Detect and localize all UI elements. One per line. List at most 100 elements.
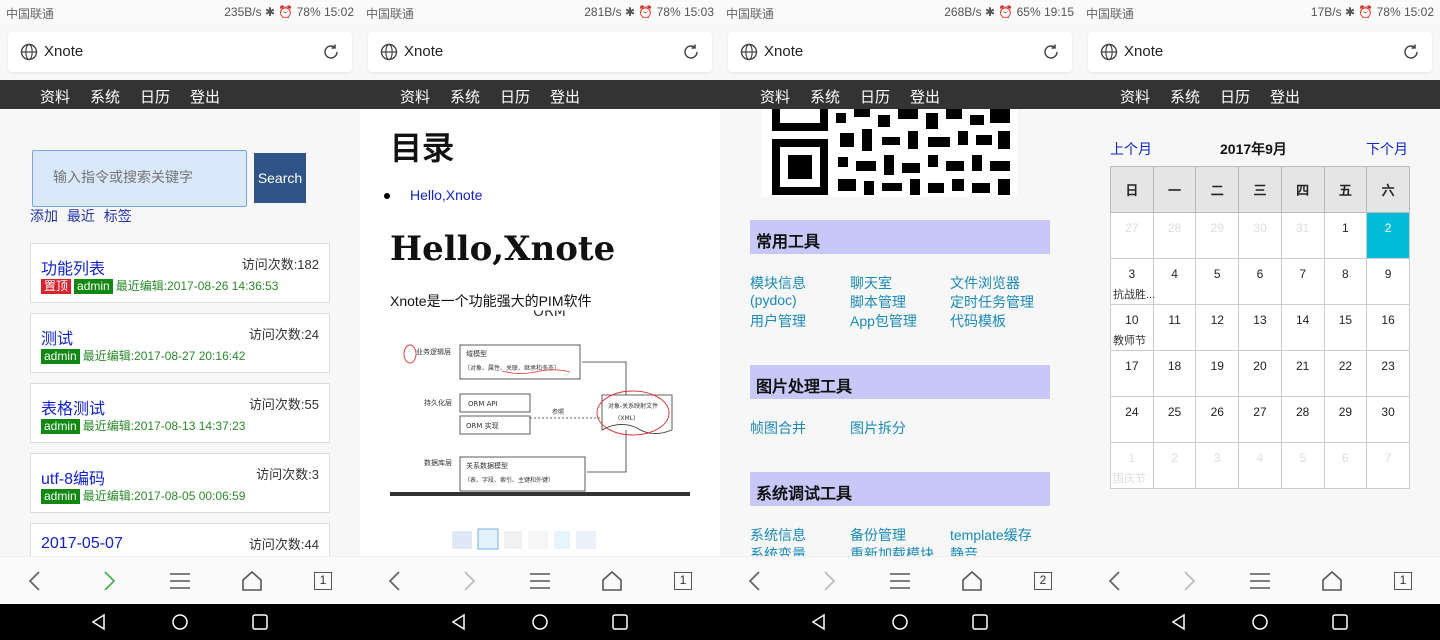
- forward-icon[interactable]: [1176, 569, 1200, 593]
- note-title[interactable]: utf-8编码: [41, 465, 105, 489]
- system-home-icon[interactable]: [891, 613, 909, 631]
- nav-item-calendar[interactable]: 日历: [1220, 86, 1250, 107]
- calendar-day[interactable]: 30: [1366, 396, 1410, 443]
- calendar-day[interactable]: 24: [1110, 396, 1154, 443]
- calendar-day[interactable]: 4: [1238, 442, 1282, 489]
- forward-icon[interactable]: [96, 569, 120, 593]
- tool-link[interactable]: 用户管理: [750, 311, 806, 331]
- nav-item-calendar[interactable]: 日历: [140, 86, 170, 107]
- tabs-count-button[interactable]: 1: [1394, 572, 1412, 590]
- nav-item-profile[interactable]: 资料: [400, 86, 430, 107]
- calendar-day[interactable]: 13: [1238, 304, 1282, 351]
- back-icon[interactable]: [1104, 569, 1128, 593]
- tags-link[interactable]: 标签: [104, 208, 132, 224]
- calendar-day[interactable]: 4: [1152, 258, 1197, 305]
- note-title[interactable]: 2017-05-07: [41, 535, 123, 553]
- menu-icon[interactable]: [528, 569, 552, 593]
- tool-link[interactable]: 帧图合并: [750, 418, 806, 438]
- tool-link[interactable]: 模块信息: [750, 273, 806, 293]
- calendar-day[interactable]: 2: [1152, 442, 1197, 489]
- tool-link[interactable]: 图片拆分: [850, 418, 906, 438]
- calendar-day[interactable]: 6: [1238, 258, 1282, 305]
- calendar-day[interactable]: 6: [1323, 442, 1368, 489]
- back-icon[interactable]: [24, 569, 48, 593]
- nav-item-profile[interactable]: 资料: [40, 86, 70, 107]
- calendar-day[interactable]: 27: [1238, 396, 1282, 443]
- tabs-count-button[interactable]: 1: [314, 572, 332, 590]
- calendar-day[interactable]: 8: [1323, 258, 1368, 305]
- tool-link[interactable]: 文件浏览器: [950, 273, 1020, 293]
- calendar-day-today[interactable]: 2: [1366, 212, 1410, 259]
- menu-icon[interactable]: [1248, 569, 1272, 593]
- prev-month-link[interactable]: 上个月: [1110, 139, 1152, 159]
- nav-item-system[interactable]: 系统: [810, 86, 840, 107]
- tool-link[interactable]: 聊天室: [850, 273, 892, 293]
- calendar-day[interactable]: 5: [1195, 258, 1240, 305]
- nav-item-calendar[interactable]: 日历: [500, 86, 530, 107]
- system-recents-icon[interactable]: [251, 613, 269, 631]
- calendar-day[interactable]: 5: [1280, 442, 1325, 489]
- tool-link[interactable]: App包管理: [850, 311, 917, 331]
- toc-link[interactable]: Hello,Xnote: [410, 187, 482, 203]
- address-bar[interactable]: Xnote: [368, 32, 712, 72]
- reload-icon[interactable]: [682, 43, 700, 61]
- note-card[interactable]: 测试 访问次数:24 admin 最近编辑:2017-08-27 20:16:42: [30, 313, 330, 373]
- search-button[interactable]: Search: [254, 153, 306, 203]
- calendar-day[interactable]: 27: [1110, 212, 1154, 259]
- tool-link[interactable]: 定时任务管理: [950, 292, 1034, 312]
- system-back-icon[interactable]: [450, 613, 468, 631]
- home-icon[interactable]: [240, 569, 264, 593]
- tool-link[interactable]: 系统信息: [750, 525, 806, 545]
- calendar-day[interactable]: 31: [1280, 212, 1325, 259]
- tool-link[interactable]: (pydoc): [750, 292, 797, 308]
- tool-link[interactable]: 脚本管理: [850, 292, 906, 312]
- calendar-day[interactable]: 26: [1195, 396, 1240, 443]
- calendar-day[interactable]: 3: [1195, 442, 1240, 489]
- calendar-day[interactable]: 30: [1238, 212, 1282, 259]
- calendar-day[interactable]: 17: [1110, 350, 1154, 397]
- menu-icon[interactable]: [888, 569, 912, 593]
- calendar-day[interactable]: 20: [1238, 350, 1282, 397]
- calendar-day[interactable]: 28: [1280, 396, 1325, 443]
- calendar-day[interactable]: 7: [1280, 258, 1325, 305]
- calendar-day[interactable]: 25: [1152, 396, 1197, 443]
- calendar-day[interactable]: 22: [1323, 350, 1368, 397]
- note-card[interactable]: utf-8编码 访问次数:3 admin 最近编辑:2017-08-05 00:0…: [30, 453, 330, 513]
- nav-item-logout[interactable]: 登出: [190, 86, 220, 107]
- note-card[interactable]: 功能列表 访问次数:182 置顶 admin 最近编辑:2017-08-26 14:…: [30, 243, 330, 303]
- search-input[interactable]: [53, 169, 233, 185]
- system-home-icon[interactable]: [531, 613, 549, 631]
- system-back-icon[interactable]: [1170, 613, 1188, 631]
- calendar-day[interactable]: 9: [1366, 258, 1410, 305]
- calendar-day[interactable]: 16: [1366, 304, 1410, 351]
- calendar-day[interactable]: 21: [1280, 350, 1325, 397]
- note-title[interactable]: 功能列表: [41, 255, 105, 279]
- tool-link[interactable]: 系统变量: [750, 544, 806, 556]
- reload-icon[interactable]: [1402, 43, 1420, 61]
- forward-icon[interactable]: [816, 569, 840, 593]
- next-month-link[interactable]: 下个月: [1366, 139, 1408, 159]
- calendar-day[interactable]: 29: [1323, 396, 1368, 443]
- forward-icon[interactable]: [456, 569, 480, 593]
- address-bar[interactable]: Xnote: [728, 32, 1072, 72]
- tool-link[interactable]: 代码模板: [950, 311, 1006, 331]
- back-icon[interactable]: [744, 569, 768, 593]
- calendar-day[interactable]: 3 抗战胜...: [1110, 258, 1155, 305]
- note-card[interactable]: 2017-05-07 访问次数:44: [30, 523, 330, 556]
- tabs-count-button[interactable]: 2: [1034, 572, 1052, 590]
- reload-icon[interactable]: [1042, 43, 1060, 61]
- home-icon[interactable]: [600, 569, 624, 593]
- tool-link[interactable]: 重新加载模块: [850, 544, 934, 556]
- tool-link[interactable]: template缓存: [950, 525, 1032, 545]
- calendar-day[interactable]: 28: [1152, 212, 1197, 259]
- system-recents-icon[interactable]: [611, 613, 629, 631]
- system-back-icon[interactable]: [810, 613, 828, 631]
- reload-icon[interactable]: [322, 43, 340, 61]
- nav-item-profile[interactable]: 资料: [760, 86, 790, 107]
- calendar-day[interactable]: 10 教师节: [1110, 304, 1154, 351]
- nav-item-logout[interactable]: 登出: [1270, 86, 1300, 107]
- system-back-icon[interactable]: [90, 613, 108, 631]
- back-icon[interactable]: [384, 569, 408, 593]
- nav-item-calendar[interactable]: 日历: [860, 86, 890, 107]
- system-recents-icon[interactable]: [1331, 613, 1349, 631]
